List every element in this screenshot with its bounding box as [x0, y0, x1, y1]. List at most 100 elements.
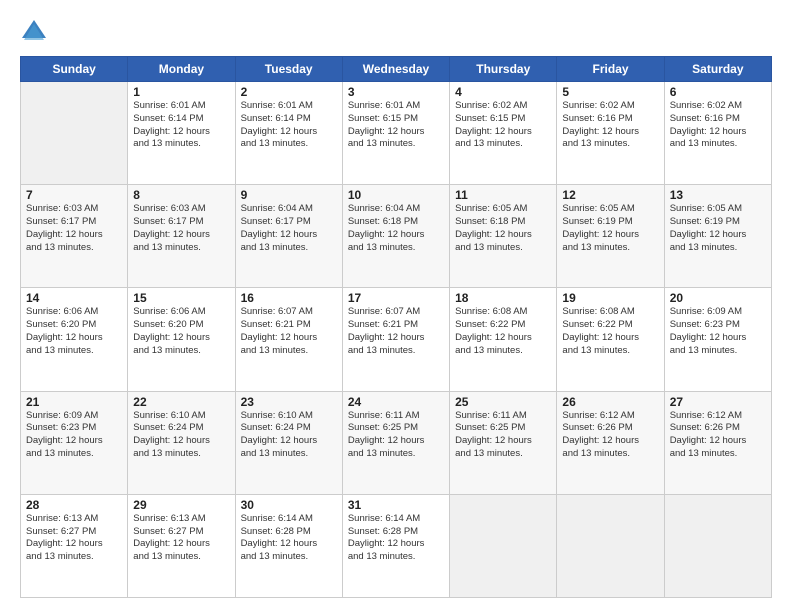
- cell-info-line: Sunrise: 6:05 AM: [455, 203, 527, 214]
- calendar-table: SundayMondayTuesdayWednesdayThursdayFrid…: [20, 56, 772, 598]
- cell-content: Sunrise: 6:03 AMSunset: 6:17 PMDaylight:…: [133, 203, 229, 254]
- cell-info-line: Daylight: 12 hours: [670, 435, 747, 446]
- cell-info-line: Sunrise: 6:09 AM: [26, 410, 98, 421]
- calendar-day-header: Thursday: [450, 57, 557, 82]
- day-number: 5: [562, 85, 658, 99]
- day-number: 18: [455, 291, 551, 305]
- calendar-cell: 7Sunrise: 6:03 AMSunset: 6:17 PMDaylight…: [21, 185, 128, 288]
- calendar-cell: 14Sunrise: 6:06 AMSunset: 6:20 PMDayligh…: [21, 288, 128, 391]
- cell-info-line: Daylight: 12 hours: [241, 332, 318, 343]
- cell-info-line: Sunset: 6:24 PM: [133, 422, 203, 433]
- cell-info-line: Daylight: 12 hours: [26, 538, 103, 549]
- cell-info-line: Daylight: 12 hours: [241, 435, 318, 446]
- day-number: 11: [455, 188, 551, 202]
- cell-info-line: Sunset: 6:18 PM: [455, 216, 525, 227]
- cell-info-line: Sunrise: 6:13 AM: [133, 513, 205, 524]
- cell-info-line: Sunset: 6:28 PM: [348, 526, 418, 537]
- calendar-cell: 16Sunrise: 6:07 AMSunset: 6:21 PMDayligh…: [235, 288, 342, 391]
- cell-info-line: Daylight: 12 hours: [455, 435, 532, 446]
- calendar-week-row: 1Sunrise: 6:01 AMSunset: 6:14 PMDaylight…: [21, 82, 772, 185]
- day-number: 9: [241, 188, 337, 202]
- cell-info-line: Sunrise: 6:03 AM: [26, 203, 98, 214]
- cell-info-line: Sunrise: 6:02 AM: [455, 100, 527, 111]
- day-number: 20: [670, 291, 766, 305]
- cell-info-line: and 13 minutes.: [133, 242, 201, 253]
- day-number: 16: [241, 291, 337, 305]
- cell-content: Sunrise: 6:10 AMSunset: 6:24 PMDaylight:…: [133, 410, 229, 461]
- day-number: 25: [455, 395, 551, 409]
- cell-content: Sunrise: 6:04 AMSunset: 6:18 PMDaylight:…: [348, 203, 444, 254]
- cell-content: Sunrise: 6:01 AMSunset: 6:14 PMDaylight:…: [241, 100, 337, 151]
- cell-info-line: and 13 minutes.: [26, 551, 94, 562]
- cell-info-line: Sunset: 6:28 PM: [241, 526, 311, 537]
- cell-info-line: and 13 minutes.: [670, 138, 738, 149]
- calendar-week-row: 7Sunrise: 6:03 AMSunset: 6:17 PMDaylight…: [21, 185, 772, 288]
- cell-info-line: Sunset: 6:25 PM: [455, 422, 525, 433]
- calendar-week-row: 21Sunrise: 6:09 AMSunset: 6:23 PMDayligh…: [21, 391, 772, 494]
- calendar-cell: [450, 494, 557, 597]
- day-number: 4: [455, 85, 551, 99]
- calendar-cell: 6Sunrise: 6:02 AMSunset: 6:16 PMDaylight…: [664, 82, 771, 185]
- cell-info-line: Sunset: 6:20 PM: [133, 319, 203, 330]
- cell-content: Sunrise: 6:08 AMSunset: 6:22 PMDaylight:…: [562, 306, 658, 357]
- cell-content: Sunrise: 6:07 AMSunset: 6:21 PMDaylight:…: [348, 306, 444, 357]
- cell-info-line: Sunrise: 6:06 AM: [133, 306, 205, 317]
- cell-info-line: and 13 minutes.: [241, 345, 309, 356]
- calendar-cell: 20Sunrise: 6:09 AMSunset: 6:23 PMDayligh…: [664, 288, 771, 391]
- cell-info-line: and 13 minutes.: [670, 345, 738, 356]
- calendar-cell: 5Sunrise: 6:02 AMSunset: 6:16 PMDaylight…: [557, 82, 664, 185]
- cell-info-line: Sunrise: 6:12 AM: [562, 410, 634, 421]
- calendar-cell: 26Sunrise: 6:12 AMSunset: 6:26 PMDayligh…: [557, 391, 664, 494]
- cell-info-line: Daylight: 12 hours: [348, 126, 425, 137]
- calendar-cell: 13Sunrise: 6:05 AMSunset: 6:19 PMDayligh…: [664, 185, 771, 288]
- day-number: 14: [26, 291, 122, 305]
- calendar-cell: 4Sunrise: 6:02 AMSunset: 6:15 PMDaylight…: [450, 82, 557, 185]
- cell-info-line: Sunset: 6:17 PM: [26, 216, 96, 227]
- cell-info-line: Sunset: 6:21 PM: [348, 319, 418, 330]
- cell-info-line: and 13 minutes.: [562, 138, 630, 149]
- cell-content: Sunrise: 6:02 AMSunset: 6:15 PMDaylight:…: [455, 100, 551, 151]
- cell-info-line: and 13 minutes.: [348, 345, 416, 356]
- cell-info-line: Sunset: 6:22 PM: [562, 319, 632, 330]
- cell-info-line: and 13 minutes.: [455, 345, 523, 356]
- calendar-cell: 17Sunrise: 6:07 AMSunset: 6:21 PMDayligh…: [342, 288, 449, 391]
- cell-info-line: Daylight: 12 hours: [670, 126, 747, 137]
- cell-info-line: Sunset: 6:21 PM: [241, 319, 311, 330]
- day-number: 17: [348, 291, 444, 305]
- calendar-cell: 27Sunrise: 6:12 AMSunset: 6:26 PMDayligh…: [664, 391, 771, 494]
- calendar-cell: 18Sunrise: 6:08 AMSunset: 6:22 PMDayligh…: [450, 288, 557, 391]
- day-number: 13: [670, 188, 766, 202]
- cell-info-line: and 13 minutes.: [562, 242, 630, 253]
- cell-info-line: Sunrise: 6:02 AM: [562, 100, 634, 111]
- day-number: 2: [241, 85, 337, 99]
- calendar-day-header: Saturday: [664, 57, 771, 82]
- cell-info-line: Sunrise: 6:04 AM: [241, 203, 313, 214]
- calendar-cell: 24Sunrise: 6:11 AMSunset: 6:25 PMDayligh…: [342, 391, 449, 494]
- calendar-cell: 30Sunrise: 6:14 AMSunset: 6:28 PMDayligh…: [235, 494, 342, 597]
- cell-info-line: and 13 minutes.: [133, 345, 201, 356]
- cell-info-line: Sunrise: 6:07 AM: [348, 306, 420, 317]
- cell-info-line: Sunrise: 6:05 AM: [562, 203, 634, 214]
- cell-info-line: and 13 minutes.: [133, 551, 201, 562]
- cell-info-line: Sunrise: 6:10 AM: [241, 410, 313, 421]
- calendar-cell: 9Sunrise: 6:04 AMSunset: 6:17 PMDaylight…: [235, 185, 342, 288]
- calendar-cell: [21, 82, 128, 185]
- day-number: 30: [241, 498, 337, 512]
- calendar-cell: 21Sunrise: 6:09 AMSunset: 6:23 PMDayligh…: [21, 391, 128, 494]
- cell-content: Sunrise: 6:14 AMSunset: 6:28 PMDaylight:…: [348, 513, 444, 564]
- cell-content: Sunrise: 6:03 AMSunset: 6:17 PMDaylight:…: [26, 203, 122, 254]
- cell-info-line: Daylight: 12 hours: [455, 126, 532, 137]
- cell-content: Sunrise: 6:08 AMSunset: 6:22 PMDaylight:…: [455, 306, 551, 357]
- cell-info-line: Sunset: 6:26 PM: [670, 422, 740, 433]
- cell-info-line: and 13 minutes.: [348, 242, 416, 253]
- cell-info-line: Sunrise: 6:01 AM: [348, 100, 420, 111]
- cell-info-line: and 13 minutes.: [241, 448, 309, 459]
- day-number: 19: [562, 291, 658, 305]
- cell-info-line: Daylight: 12 hours: [348, 435, 425, 446]
- cell-info-line: and 13 minutes.: [455, 138, 523, 149]
- calendar-cell: 29Sunrise: 6:13 AMSunset: 6:27 PMDayligh…: [128, 494, 235, 597]
- cell-info-line: Sunset: 6:26 PM: [562, 422, 632, 433]
- calendar-cell: 25Sunrise: 6:11 AMSunset: 6:25 PMDayligh…: [450, 391, 557, 494]
- cell-info-line: and 13 minutes.: [133, 138, 201, 149]
- cell-info-line: Daylight: 12 hours: [348, 538, 425, 549]
